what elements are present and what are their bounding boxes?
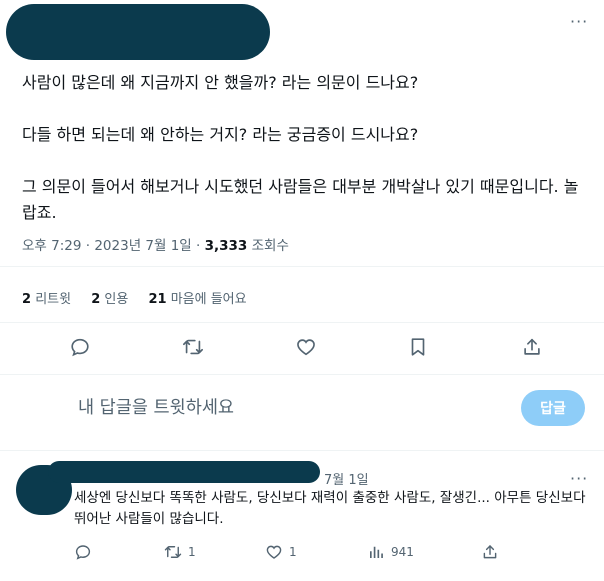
reply-reply-button[interactable]: [74, 543, 92, 561]
reply-composer: 내 답글을 트윗하세요 답글: [0, 384, 604, 436]
share-icon: [483, 545, 497, 559]
analytics-icon: [370, 546, 383, 558]
reply-retweet-button[interactable]: 1: [164, 543, 196, 561]
quotes-label: 인용: [104, 292, 129, 307]
retweets-stat[interactable]: 2 리트윗: [22, 292, 71, 307]
reply-views-count: 941: [391, 545, 414, 559]
quotes-count: 2: [91, 292, 101, 307]
reply-tweet[interactable]: 7월 1일 ··· 세상엔 당신보다 똑똑한 사람도, 당신보다 재력이 출중한…: [0, 455, 604, 581]
tweet-paragraph: 그 의문이 들어서 해보거나 시도했던 사람들은 대부분 개박살나 있기 때문입…: [22, 177, 579, 222]
likes-count: 21: [148, 292, 167, 307]
redacted-author-info: [6, 4, 270, 60]
heart-icon: [266, 545, 282, 559]
retweet-icon: [183, 339, 203, 355]
views-label: 조회수: [251, 238, 289, 254]
reply-icon: [75, 545, 91, 560]
bookmark-button[interactable]: [405, 334, 431, 360]
reply-like-button[interactable]: 1: [265, 543, 297, 561]
reply-input[interactable]: 내 답글을 트윗하세요: [78, 394, 234, 419]
views-count: 3,333: [204, 238, 248, 254]
tweet-meta: 오후 7:29 · 2023년 7월 1일 · 3,333 조회수: [22, 234, 289, 254]
reply-more-options-icon[interactable]: ···: [570, 469, 588, 488]
divider: [0, 374, 604, 375]
tweet-time[interactable]: 오후 7:29: [22, 238, 81, 254]
reply-views-button[interactable]: 941: [367, 543, 414, 561]
retweet-button[interactable]: [180, 334, 206, 360]
reply-button[interactable]: [67, 334, 93, 360]
tweet-text: 사람이 많은데 왜 지금까지 안 했을까? 라는 의문이 드나요? 다들 하면 …: [22, 70, 582, 226]
heart-icon: [297, 339, 315, 356]
tweet-actions: [0, 330, 604, 364]
like-button[interactable]: [293, 334, 319, 360]
reply-date[interactable]: 7월 1일: [324, 469, 369, 488]
retweets-label: 리트윗: [35, 292, 72, 307]
tweet-date[interactable]: 2023년 7월 1일: [94, 238, 191, 254]
meta-separator: ·: [85, 238, 91, 254]
retweets-count: 2: [22, 292, 32, 307]
reply-text: 세상엔 당신보다 똑똑한 사람도, 당신보다 재력이 출중한 사람도, 잘생긴.…: [74, 490, 586, 527]
likes-label: 마음에 들어요: [170, 292, 247, 307]
tweet-paragraph: 다들 하면 되는데 왜 안하는 거지? 라는 궁금증이 드시나요?: [22, 125, 419, 144]
share-button[interactable]: [519, 334, 545, 360]
reply-like-count: 1: [289, 545, 297, 559]
reply-submit-button[interactable]: 답글: [521, 390, 585, 426]
reply-actions: 1 1 941: [0, 543, 604, 565]
share-icon: [524, 338, 540, 355]
divider: [0, 322, 604, 323]
retweet-icon: [164, 546, 182, 558]
reply-retweet-count: 1: [188, 545, 196, 559]
quotes-stat[interactable]: 2 인용: [91, 292, 128, 307]
more-options-icon[interactable]: ···: [570, 12, 588, 31]
likes-stat[interactable]: 21 마음에 들어요: [148, 292, 246, 307]
divider: [0, 266, 604, 267]
tweet-paragraph: 사람이 많은데 왜 지금까지 안 했을까? 라는 의문이 드나요?: [22, 73, 419, 92]
meta-separator: ·: [196, 238, 201, 254]
engagement-stats: 2 리트윗 2 인용 21 마음에 들어요: [22, 288, 263, 307]
bookmark-icon: [411, 338, 425, 356]
redacted-reply-name: [48, 461, 320, 483]
reply-icon: [71, 338, 89, 357]
reply-share-button[interactable]: [481, 543, 499, 561]
divider: [0, 450, 604, 451]
